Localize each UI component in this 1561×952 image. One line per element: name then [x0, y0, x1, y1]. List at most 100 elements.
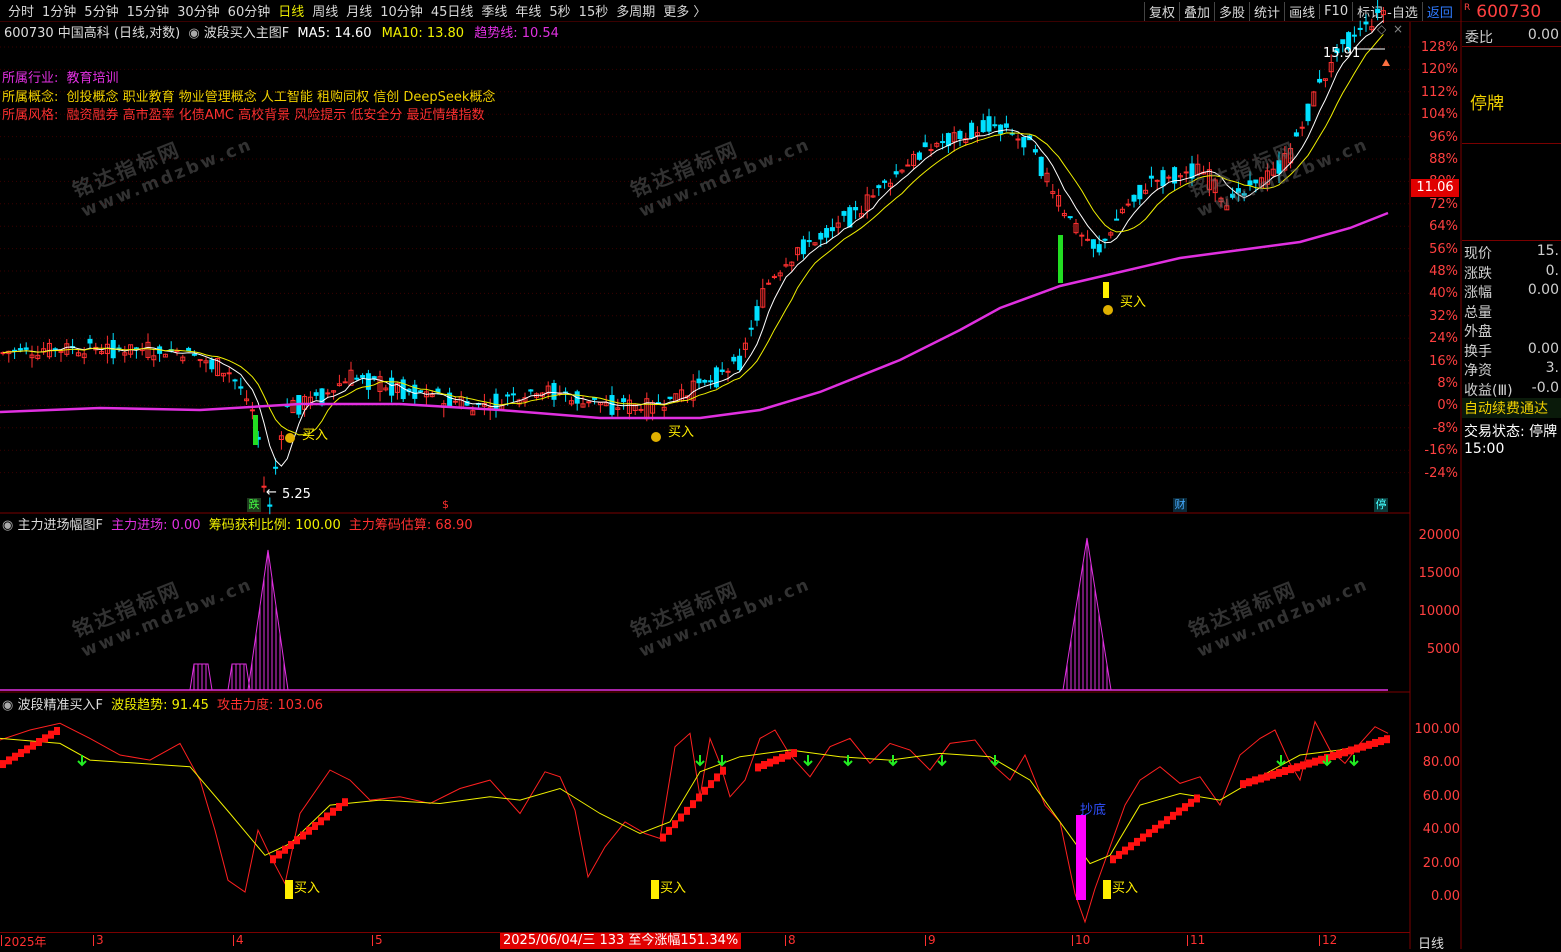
p3-step-block — [36, 738, 42, 747]
candle-body — [249, 409, 255, 412]
quote-row-label: 换手 — [1464, 343, 1492, 360]
p3-step-block — [12, 752, 18, 761]
candle-body — [754, 306, 760, 321]
p3-step-block — [660, 833, 666, 842]
candle-body — [23, 347, 29, 350]
p3-step-block — [270, 855, 276, 864]
money-bag-icon — [1103, 305, 1113, 315]
p3-step-block — [18, 749, 24, 758]
cai-tag[interactable]: 财 — [1173, 498, 1187, 512]
ting-tag[interactable]: 停 — [1374, 498, 1388, 512]
p3-step-block — [1110, 855, 1116, 864]
candle-body — [1340, 39, 1346, 45]
p3-step-block — [696, 793, 702, 802]
price-axis-label: 64% — [1429, 219, 1458, 235]
panel3-axis-label: 60.00 — [1422, 788, 1460, 804]
quote-row-label: 收益(Ⅲ) — [1464, 382, 1513, 399]
date-readout: 2025/06/04/三 133 至今涨幅151.34% — [500, 933, 742, 949]
panel2-axis-label: 5000 — [1426, 642, 1460, 657]
p3-step-block — [1312, 757, 1318, 766]
candle-body — [209, 359, 215, 370]
candle-body — [986, 116, 992, 132]
price-axis-label: 112% — [1420, 84, 1458, 100]
candle-body — [702, 379, 708, 383]
weibi-value: 0.00 — [1527, 27, 1559, 43]
candle-body — [725, 370, 731, 373]
p3-step-block — [1306, 759, 1312, 768]
price-axis-label: 32% — [1429, 308, 1458, 324]
candle-body — [916, 152, 922, 160]
p3-step-block — [300, 831, 306, 840]
quote-row: 净资 3. — [1464, 360, 1561, 380]
month-5: 5 — [372, 933, 383, 947]
sell-arrow-icon — [843, 755, 853, 767]
candle-body — [992, 124, 998, 127]
time-label: 15:00 — [1464, 441, 1505, 457]
p3-buy-label-1: 买入 — [294, 881, 321, 896]
p3-step-block — [1360, 742, 1366, 751]
p3-step-block — [330, 807, 336, 816]
p3-buy-label-2: 买入 — [660, 881, 687, 896]
p3-step-block — [1140, 833, 1146, 842]
candle-body — [1363, 21, 1369, 25]
candle-body — [1160, 170, 1166, 187]
p3-step-block — [312, 821, 318, 830]
candle-body — [969, 122, 975, 139]
candle-body — [945, 133, 951, 147]
candle-body — [1137, 184, 1143, 200]
high-label: 15.91 — [1323, 46, 1361, 61]
candle-body — [800, 239, 806, 255]
quote-row-label: 涨跌 — [1464, 265, 1492, 282]
p3-step-block — [1300, 761, 1306, 770]
month-11: 11 — [1186, 933, 1206, 947]
up-triangle-icon — [1382, 59, 1390, 66]
quote-row-label: 外盘 — [1464, 324, 1492, 340]
sell-arrow-icon — [990, 755, 1000, 767]
p3-buy-bar — [1103, 880, 1111, 899]
candle-body — [1003, 123, 1009, 128]
trade-state: 交易状态: 停牌 — [1464, 424, 1558, 440]
candle-body — [1183, 171, 1189, 174]
auto-renew-banner[interactable]: 自动续费通达 — [1462, 398, 1561, 418]
candle-body — [882, 180, 888, 183]
die-tag[interactable]: 跌 — [247, 498, 261, 512]
weibi-row: 委比 0.00 — [1462, 23, 1561, 47]
p3-step-block — [1288, 765, 1294, 774]
panel2-header: ◉ 主力进场幅图F 主力进场: 0.00 筹码获利比例: 100.00 主力筹码… — [2, 514, 473, 533]
p3-step-block — [288, 840, 294, 849]
p3-step-block — [6, 756, 12, 765]
sell-arrow-icon — [695, 755, 705, 767]
price-axis-label: 120% — [1420, 62, 1458, 78]
quote-row: 涨幅 0.00 — [1464, 282, 1561, 302]
panel3-collapse-icon[interactable]: ◉ — [2, 698, 13, 713]
p3-step-block — [24, 745, 30, 754]
buy-candle — [1103, 282, 1109, 298]
p3-step-block — [54, 726, 60, 735]
candle-body — [708, 380, 714, 383]
candle-body — [853, 207, 859, 211]
quote-row: 现价 15. — [1464, 243, 1561, 263]
p3-step-block — [684, 806, 690, 815]
p3-step-block — [791, 749, 797, 758]
candle-body — [238, 386, 244, 389]
candle-body — [928, 149, 934, 152]
panel2-collapse-icon[interactable]: ◉ — [2, 518, 13, 533]
candle-body — [1079, 234, 1085, 237]
p3-step-block — [755, 763, 761, 772]
candle-body — [1096, 244, 1102, 253]
panel3-name[interactable]: 波段精准买入F — [17, 698, 102, 713]
candle-body — [273, 466, 279, 469]
panel2-main-in: 主力进场: 0.00 — [111, 518, 201, 533]
candle-body — [876, 185, 882, 189]
sell-arrow-icon — [1276, 755, 1286, 767]
p3-step-block — [1122, 846, 1128, 855]
price-axis-label: 0% — [1437, 398, 1458, 414]
candle-body — [1305, 103, 1311, 122]
p3-step-block — [342, 798, 348, 807]
panel2-name[interactable]: 主力进场幅图F — [17, 518, 102, 533]
candle-body — [731, 356, 737, 362]
panel3-attack: 攻击力度: 103.06 — [216, 698, 323, 713]
price-axis-label: -16% — [1424, 443, 1458, 459]
p3-step-block — [1188, 798, 1194, 807]
dollar-tag[interactable]: $ — [442, 498, 449, 511]
